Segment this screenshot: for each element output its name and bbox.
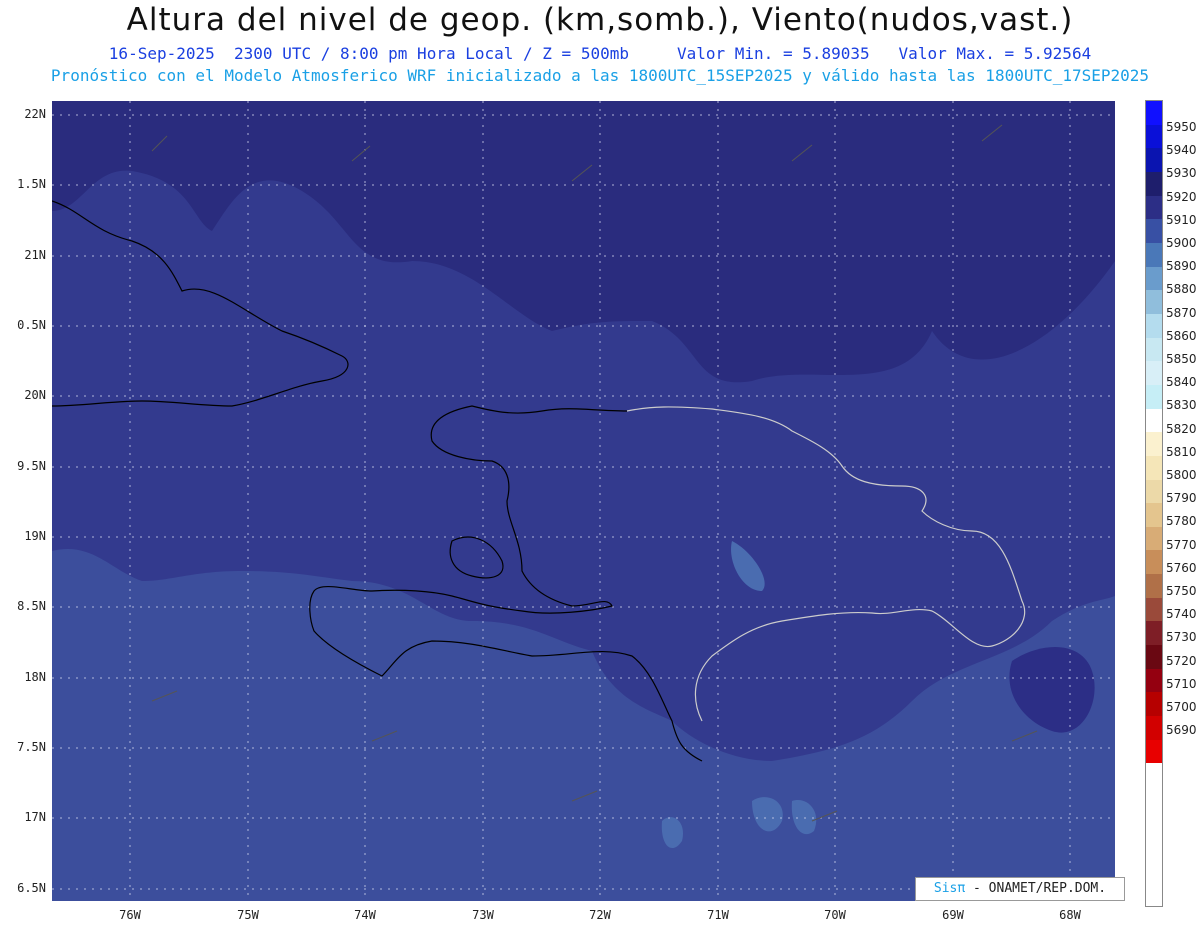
credit-box: Sisπ - ONAMET/REP.DOM. xyxy=(915,877,1125,901)
colorbar-label: 5910 xyxy=(1166,212,1197,227)
colorbar-swatch xyxy=(1146,574,1162,598)
lat-label: 21N xyxy=(24,248,46,262)
colorbar-swatch xyxy=(1146,171,1162,196)
colorbar-label: 5870 xyxy=(1166,305,1197,320)
colorbar-swatch xyxy=(1146,645,1162,669)
colorbar-label: 5820 xyxy=(1166,421,1197,436)
colorbar-swatch xyxy=(1146,455,1162,480)
lat-label: 1.5N xyxy=(17,177,46,191)
colorbar-label: 5720 xyxy=(1166,653,1197,668)
colorbar-swatch xyxy=(1146,361,1162,385)
colorbar-label: 5760 xyxy=(1166,560,1197,575)
colorbar-swatch xyxy=(1146,597,1162,622)
forecast-date: 16-Sep-2025 xyxy=(108,44,215,63)
lon-label: 73W xyxy=(472,908,494,922)
low-geopotential-region xyxy=(52,548,1115,901)
map-area xyxy=(52,101,1115,901)
colorbar-swatch xyxy=(1146,219,1162,243)
colorbar-label: 5860 xyxy=(1166,328,1197,343)
colorbar-label: 5810 xyxy=(1166,444,1197,459)
map-title: Altura del nivel de geop. (km,somb.), Vi… xyxy=(126,2,1074,38)
colorbar-label: 5690 xyxy=(1166,723,1197,738)
colorbar-swatch xyxy=(1146,526,1162,551)
colorbar-swatch xyxy=(1146,408,1162,433)
colorbar-swatch xyxy=(1146,550,1162,575)
light-patch-4 xyxy=(731,541,765,591)
high-geopotential-region xyxy=(52,101,1115,383)
colorbar-swatch xyxy=(1146,716,1162,740)
credit-text: - ONAMET/REP.DOM. xyxy=(965,881,1107,896)
colorbar-swatch xyxy=(1146,503,1162,527)
colorbar-swatch xyxy=(1146,313,1162,338)
colorbar-swatch xyxy=(1146,124,1162,149)
lat-label: 22N xyxy=(24,107,46,121)
colorbar-swatch xyxy=(1146,668,1162,693)
lat-label: 20N xyxy=(24,388,46,402)
colorbar-label: 5880 xyxy=(1166,282,1197,297)
colorbar-swatch xyxy=(1146,621,1162,646)
colorbar-swatch xyxy=(1146,692,1162,717)
cuba-coastline xyxy=(52,200,349,407)
lon-label: 74W xyxy=(354,908,376,922)
colorbar-swatch xyxy=(1146,384,1162,409)
lon-label: 76W xyxy=(119,908,141,922)
colorbar-label: 5840 xyxy=(1166,375,1197,390)
lat-label: 17N xyxy=(24,810,46,824)
colorbar-label: 5900 xyxy=(1166,236,1197,250)
colorbar-label: 5700 xyxy=(1166,700,1197,714)
colorbar-label: 5770 xyxy=(1166,537,1197,552)
colorbar-label: 5790 xyxy=(1166,491,1197,506)
lon-label: 68W xyxy=(1059,908,1081,922)
lat-label: 7.5N xyxy=(17,740,46,754)
colorbar-swatch xyxy=(1146,479,1162,504)
colorbar-label: 5920 xyxy=(1166,189,1197,204)
colorbar-swatch xyxy=(1146,739,1162,764)
lat-label: 8.5N xyxy=(17,599,46,613)
colorbar-swatch xyxy=(1146,148,1162,172)
min-value: Valor Min. = 5.89035 xyxy=(676,44,870,63)
colorbar-label: 5850 xyxy=(1166,352,1197,366)
max-value: Valor Max. = 5.92564 xyxy=(898,44,1092,63)
colorbar-label: 5750 xyxy=(1166,584,1197,598)
lon-label: 69W xyxy=(942,908,964,922)
colorbar-swatch xyxy=(1146,290,1162,314)
forecast-time-line: 16-Sep-2025 2300 UTC / 8:00 pm Hora Loca… xyxy=(0,44,1200,63)
colorbar-label: 5780 xyxy=(1166,514,1197,529)
colorbar-swatch xyxy=(1146,101,1162,125)
model-info: Pronóstico con el Modelo Atmosferico WRF… xyxy=(50,66,1150,85)
colorbar-swatch xyxy=(1146,337,1162,362)
lat-label: 19N xyxy=(24,529,46,543)
colorbar-swatch xyxy=(1146,432,1162,456)
colorbar xyxy=(1145,100,1163,907)
map-canvas xyxy=(52,101,1115,901)
lat-label: 9.5N xyxy=(17,459,46,473)
lon-label: 72W xyxy=(589,908,611,922)
colorbar-label: 5930 xyxy=(1166,166,1197,181)
colorbar-label: 5830 xyxy=(1166,398,1197,413)
colorbar-swatch xyxy=(1146,266,1162,291)
colorbar-swatch xyxy=(1146,195,1162,220)
colorbar-label: 5740 xyxy=(1166,607,1197,622)
colorbar-label: 5890 xyxy=(1166,259,1197,274)
jamaica-coastline xyxy=(449,536,504,579)
lat-label: 0.5N xyxy=(17,318,46,332)
colorbar-swatch xyxy=(1146,242,1162,267)
colorbar-label: 5940 xyxy=(1166,143,1197,158)
forecast-time: 2300 UTC / 8:00 pm Hora Local / Z = 500m… xyxy=(234,44,629,63)
credit-brand: Sisπ xyxy=(933,881,966,896)
lon-label: 71W xyxy=(707,908,729,922)
lat-label: 6.5N xyxy=(17,881,46,895)
colorbar-label: 5800 xyxy=(1166,468,1197,482)
colorbar-label: 5730 xyxy=(1166,630,1197,645)
colorbar-label: 5710 xyxy=(1166,676,1197,691)
lat-label: 18N xyxy=(24,670,46,684)
colorbar-label: 5950 xyxy=(1166,120,1197,134)
lon-label: 75W xyxy=(237,908,259,922)
lon-label: 70W xyxy=(824,908,846,922)
